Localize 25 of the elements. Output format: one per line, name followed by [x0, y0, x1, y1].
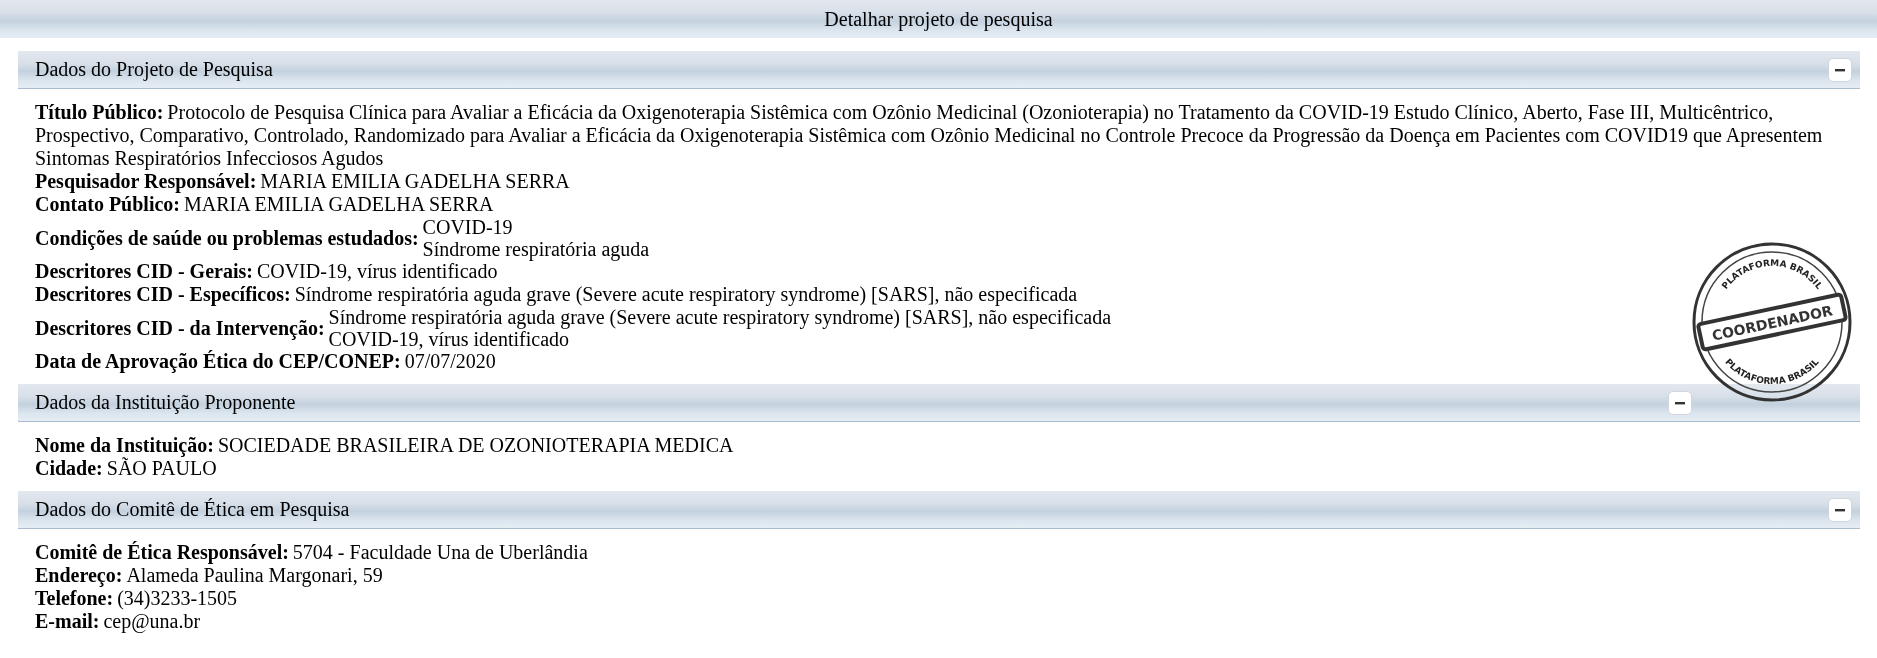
- section-title: Dados do Projeto de Pesquisa: [35, 58, 274, 81]
- field-text: Endereço: Alameda Paulina Margonari, 59: [35, 564, 383, 587]
- field-text: Descritores CID - Gerais: COVID-19, vírus identificado: [35, 260, 498, 283]
- field-value: Síndrome respiratória aguda grave (Severe acute respiratory syndrome) [SARS], não especificada: [328, 306, 1112, 328]
- field-text: Comitê de Ética Responsável: 5704 - Faculdade Una de Uberlândia: [35, 541, 588, 564]
- page-title: Detalhar projeto de pesquisa: [824, 7, 1053, 31]
- collapse-button[interactable]: [1828, 497, 1852, 522]
- collapse-button[interactable]: [1668, 390, 1692, 415]
- field-value: Síndrome respiratória aguda: [422, 238, 650, 260]
- section-title: Dados do Comitê de Ética em Pesquisa: [35, 498, 351, 521]
- field-label: Condições de saúde ou problemas estudados:: [35, 226, 419, 250]
- field-text: Telefone: (34)3233-1505: [35, 587, 238, 610]
- field-text: Data de Aprovação Ética do CEP/CONEP: 07/07/2020: [35, 350, 496, 373]
- collapse-button[interactable]: [1828, 57, 1852, 82]
- field-text: Pesquisador Responsável: MARIA EMILIA GADELHA SERRA: [35, 170, 570, 193]
- field-text: Descritores CID - Específicos: Síndrome respiratória aguda grave (Severe acute respiratory syndrome) [SARS], não especificada: [35, 283, 1078, 306]
- field-label: Descritores CID - da Intervenção:: [35, 316, 325, 340]
- field-text: E-mail: cep@una.br: [35, 610, 201, 633]
- field-value: COVID-19: [422, 216, 514, 238]
- section-title: Dados da Instituição Proponente: [35, 391, 297, 414]
- field-text: Nome da Instituição: SOCIEDADE BRASILEIRA DE OZONIOTERAPIA MEDICA: [35, 434, 734, 457]
- field-text: Cidade: SÃO PAULO: [35, 457, 217, 480]
- field-value: COVID-19, vírus identificado: [328, 328, 570, 350]
- field-text: Contato Público: MARIA EMILIA GADELHA SERRA: [35, 193, 494, 216]
- field-text: Título Público: Protocolo de Pesquisa Clínica para Avaliar a Eficácia da Oxigenoterapia Sistêmica com Ozônio Medicinal (Ozonioterapia) no Tratamento da COVID-19 Estudo Clínico, Aberto, Fase III, Multicêntrico, Prospectivo, Comparativo, Controlado, Randomizado para Avaliar a Eficácia da Oxigenoterapia Sistêmica com Ozônio Medicinal no Controle Precoce da Progressão da Doença em Pacientes com COVID19 que Apresentem Sintomas Respiratórios Infecciosos Agudos: [35, 101, 1824, 170]
